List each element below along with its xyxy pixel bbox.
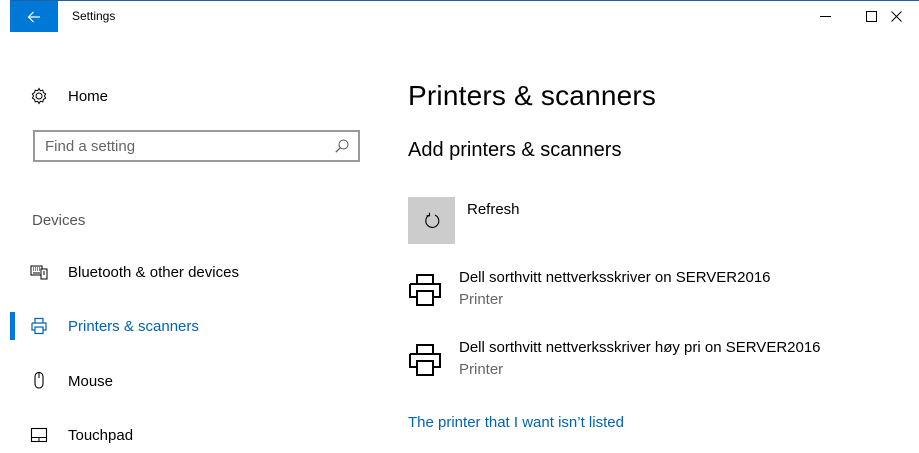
nav-home-label: Home <box>68 87 109 105</box>
sidebar-item-label: Mouse <box>68 372 114 390</box>
search-input[interactable] <box>35 132 335 160</box>
settings-window: Settings Home Find a setting Devices Blu… <box>10 0 919 444</box>
main-content: Printers & scanners Add printers & scann… <box>380 32 919 440</box>
page-title: Printers & scanners <box>408 80 657 111</box>
section-header-devices: Devices <box>32 212 86 229</box>
title-bar: Settings <box>10 1 919 32</box>
gear-icon <box>31 87 47 105</box>
close-button[interactable] <box>873 1 919 32</box>
printer-icon <box>409 274 441 306</box>
printer-name: Dell sorthvitt nettverksskriver høy pri … <box>459 339 821 356</box>
mouse-icon <box>34 372 44 389</box>
sidebar-item-printers-scanners[interactable]: Printers & scanners <box>10 308 380 344</box>
refresh-icon <box>424 212 439 228</box>
sidebar: Home Devices Bluetooth & other devices <box>10 32 380 444</box>
back-arrow-icon <box>27 11 40 22</box>
touchpad-icon <box>30 427 48 443</box>
search-icon[interactable] <box>335 139 349 153</box>
printer-name: Dell sorthvitt nettverksskriver on SERVE… <box>459 269 771 286</box>
printer-icon <box>409 344 441 376</box>
sidebar-item-touchpad[interactable]: Touchpad <box>10 417 380 453</box>
nav-home[interactable]: Home <box>30 84 108 108</box>
refresh-button[interactable] <box>408 197 455 244</box>
printer-item[interactable]: Dell sorthvitt nettverksskriver høy pri … <box>408 339 908 389</box>
back-button[interactable] <box>10 1 58 32</box>
section-title: Add printers & scanners <box>408 139 622 161</box>
sidebar-item-mouse[interactable]: Mouse <box>10 363 380 399</box>
sidebar-item-label: Bluetooth & other devices <box>68 263 239 281</box>
bluetooth-devices-icon <box>30 265 48 280</box>
refresh-label[interactable]: Refresh <box>467 201 520 218</box>
printer-not-listed-link[interactable]: The printer that I want isn’t listed <box>408 414 624 431</box>
printer-type: Printer <box>459 361 504 378</box>
selection-indicator <box>10 312 15 340</box>
printer-icon <box>31 317 47 335</box>
sidebar-item-label: Touchpad <box>68 426 134 444</box>
minimize-button[interactable] <box>802 1 848 32</box>
search-box <box>33 130 360 162</box>
minimize-icon <box>819 16 831 17</box>
printer-item[interactable]: Dell sorthvitt nettverksskriver on SERVE… <box>408 269 908 319</box>
sidebar-item-bluetooth[interactable]: Bluetooth & other devices <box>10 254 380 290</box>
sidebar-item-label: Printers & scanners <box>68 317 199 335</box>
close-icon <box>890 11 902 22</box>
printer-type: Printer <box>459 291 504 308</box>
desktop-background <box>0 0 10 439</box>
window-title: Settings <box>72 9 116 23</box>
